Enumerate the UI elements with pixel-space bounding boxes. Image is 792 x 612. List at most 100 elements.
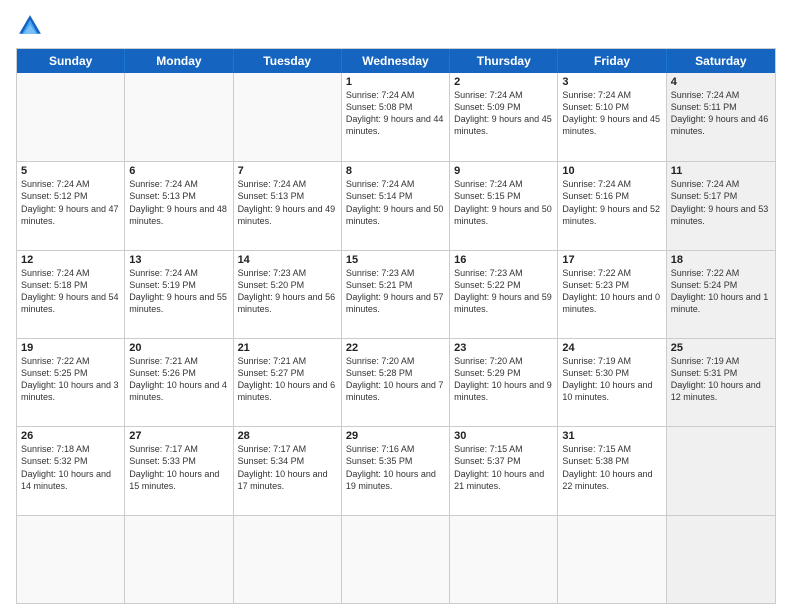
day-number: 20 bbox=[129, 342, 228, 354]
day-number: 10 bbox=[562, 165, 661, 177]
day-info: Sunrise: 7:17 AM Sunset: 5:33 PM Dayligh… bbox=[129, 443, 228, 492]
day-info: Sunrise: 7:21 AM Sunset: 5:26 PM Dayligh… bbox=[129, 355, 228, 404]
day-number: 4 bbox=[671, 76, 771, 88]
day-number: 15 bbox=[346, 254, 445, 266]
day-number: 9 bbox=[454, 165, 553, 177]
calendar-row-3: 19Sunrise: 7:22 AM Sunset: 5:25 PM Dayli… bbox=[17, 338, 775, 426]
day-number: 26 bbox=[21, 430, 120, 442]
weekday-header-saturday: Saturday bbox=[667, 49, 775, 73]
cal-cell-r1-c4: 9Sunrise: 7:24 AM Sunset: 5:15 PM Daylig… bbox=[450, 162, 558, 249]
day-info: Sunrise: 7:22 AM Sunset: 5:23 PM Dayligh… bbox=[562, 267, 661, 316]
day-number: 23 bbox=[454, 342, 553, 354]
cal-cell-r5-c1 bbox=[125, 516, 233, 603]
calendar-row-4: 26Sunrise: 7:18 AM Sunset: 5:32 PM Dayli… bbox=[17, 426, 775, 514]
day-number: 11 bbox=[671, 165, 771, 177]
day-number: 3 bbox=[562, 76, 661, 88]
logo-icon bbox=[16, 12, 44, 40]
calendar-row-5 bbox=[17, 515, 775, 603]
day-number: 21 bbox=[238, 342, 337, 354]
cal-cell-r1-c2: 7Sunrise: 7:24 AM Sunset: 5:13 PM Daylig… bbox=[234, 162, 342, 249]
cal-cell-r2-c2: 14Sunrise: 7:23 AM Sunset: 5:20 PM Dayli… bbox=[234, 251, 342, 338]
cal-cell-r3-c6: 25Sunrise: 7:19 AM Sunset: 5:31 PM Dayli… bbox=[667, 339, 775, 426]
day-info: Sunrise: 7:16 AM Sunset: 5:35 PM Dayligh… bbox=[346, 443, 445, 492]
day-info: Sunrise: 7:23 AM Sunset: 5:20 PM Dayligh… bbox=[238, 267, 337, 316]
day-number: 30 bbox=[454, 430, 553, 442]
calendar-header: SundayMondayTuesdayWednesdayThursdayFrid… bbox=[17, 49, 775, 73]
day-info: Sunrise: 7:17 AM Sunset: 5:34 PM Dayligh… bbox=[238, 443, 337, 492]
cal-cell-r4-c6 bbox=[667, 427, 775, 514]
day-info: Sunrise: 7:19 AM Sunset: 5:31 PM Dayligh… bbox=[671, 355, 771, 404]
weekday-header-sunday: Sunday bbox=[17, 49, 125, 73]
calendar: SundayMondayTuesdayWednesdayThursdayFrid… bbox=[16, 48, 776, 604]
day-number: 8 bbox=[346, 165, 445, 177]
cal-cell-r4-c1: 27Sunrise: 7:17 AM Sunset: 5:33 PM Dayli… bbox=[125, 427, 233, 514]
cal-cell-r1-c0: 5Sunrise: 7:24 AM Sunset: 5:12 PM Daylig… bbox=[17, 162, 125, 249]
cal-cell-r4-c4: 30Sunrise: 7:15 AM Sunset: 5:37 PM Dayli… bbox=[450, 427, 558, 514]
cal-cell-r4-c2: 28Sunrise: 7:17 AM Sunset: 5:34 PM Dayli… bbox=[234, 427, 342, 514]
day-info: Sunrise: 7:15 AM Sunset: 5:37 PM Dayligh… bbox=[454, 443, 553, 492]
day-info: Sunrise: 7:15 AM Sunset: 5:38 PM Dayligh… bbox=[562, 443, 661, 492]
cal-cell-r5-c3 bbox=[342, 516, 450, 603]
day-number: 24 bbox=[562, 342, 661, 354]
cal-cell-r0-c3: 1Sunrise: 7:24 AM Sunset: 5:08 PM Daylig… bbox=[342, 73, 450, 161]
day-info: Sunrise: 7:24 AM Sunset: 5:10 PM Dayligh… bbox=[562, 89, 661, 138]
day-number: 7 bbox=[238, 165, 337, 177]
cal-cell-r3-c3: 22Sunrise: 7:20 AM Sunset: 5:28 PM Dayli… bbox=[342, 339, 450, 426]
header bbox=[16, 12, 776, 40]
weekday-header-friday: Friday bbox=[558, 49, 666, 73]
cal-cell-r0-c4: 2Sunrise: 7:24 AM Sunset: 5:09 PM Daylig… bbox=[450, 73, 558, 161]
day-number: 18 bbox=[671, 254, 771, 266]
cal-cell-r0-c0 bbox=[17, 73, 125, 161]
day-number: 19 bbox=[21, 342, 120, 354]
day-info: Sunrise: 7:24 AM Sunset: 5:13 PM Dayligh… bbox=[238, 178, 337, 227]
weekday-header-wednesday: Wednesday bbox=[342, 49, 450, 73]
cal-cell-r0-c5: 3Sunrise: 7:24 AM Sunset: 5:10 PM Daylig… bbox=[558, 73, 666, 161]
day-number: 16 bbox=[454, 254, 553, 266]
cal-cell-r3-c5: 24Sunrise: 7:19 AM Sunset: 5:30 PM Dayli… bbox=[558, 339, 666, 426]
weekday-header-thursday: Thursday bbox=[450, 49, 558, 73]
day-info: Sunrise: 7:24 AM Sunset: 5:17 PM Dayligh… bbox=[671, 178, 771, 227]
cal-cell-r3-c2: 21Sunrise: 7:21 AM Sunset: 5:27 PM Dayli… bbox=[234, 339, 342, 426]
day-number: 13 bbox=[129, 254, 228, 266]
cal-cell-r0-c1 bbox=[125, 73, 233, 161]
cal-cell-r2-c0: 12Sunrise: 7:24 AM Sunset: 5:18 PM Dayli… bbox=[17, 251, 125, 338]
cal-cell-r5-c0 bbox=[17, 516, 125, 603]
day-info: Sunrise: 7:24 AM Sunset: 5:16 PM Dayligh… bbox=[562, 178, 661, 227]
day-number: 22 bbox=[346, 342, 445, 354]
cal-cell-r3-c1: 20Sunrise: 7:21 AM Sunset: 5:26 PM Dayli… bbox=[125, 339, 233, 426]
cal-cell-r5-c4 bbox=[450, 516, 558, 603]
day-info: Sunrise: 7:24 AM Sunset: 5:12 PM Dayligh… bbox=[21, 178, 120, 227]
day-info: Sunrise: 7:23 AM Sunset: 5:21 PM Dayligh… bbox=[346, 267, 445, 316]
day-info: Sunrise: 7:19 AM Sunset: 5:30 PM Dayligh… bbox=[562, 355, 661, 404]
calendar-body: 1Sunrise: 7:24 AM Sunset: 5:08 PM Daylig… bbox=[17, 73, 775, 603]
cal-cell-r1-c6: 11Sunrise: 7:24 AM Sunset: 5:17 PM Dayli… bbox=[667, 162, 775, 249]
cal-cell-r5-c5 bbox=[558, 516, 666, 603]
day-number: 2 bbox=[454, 76, 553, 88]
cal-cell-r2-c5: 17Sunrise: 7:22 AM Sunset: 5:23 PM Dayli… bbox=[558, 251, 666, 338]
day-info: Sunrise: 7:18 AM Sunset: 5:32 PM Dayligh… bbox=[21, 443, 120, 492]
cal-cell-r4-c5: 31Sunrise: 7:15 AM Sunset: 5:38 PM Dayli… bbox=[558, 427, 666, 514]
cal-cell-r2-c3: 15Sunrise: 7:23 AM Sunset: 5:21 PM Dayli… bbox=[342, 251, 450, 338]
weekday-header-monday: Monday bbox=[125, 49, 233, 73]
cal-cell-r2-c1: 13Sunrise: 7:24 AM Sunset: 5:19 PM Dayli… bbox=[125, 251, 233, 338]
day-info: Sunrise: 7:20 AM Sunset: 5:29 PM Dayligh… bbox=[454, 355, 553, 404]
day-number: 29 bbox=[346, 430, 445, 442]
calendar-row-2: 12Sunrise: 7:24 AM Sunset: 5:18 PM Dayli… bbox=[17, 250, 775, 338]
day-info: Sunrise: 7:24 AM Sunset: 5:11 PM Dayligh… bbox=[671, 89, 771, 138]
day-number: 6 bbox=[129, 165, 228, 177]
calendar-row-0: 1Sunrise: 7:24 AM Sunset: 5:08 PM Daylig… bbox=[17, 73, 775, 161]
cal-cell-r2-c6: 18Sunrise: 7:22 AM Sunset: 5:24 PM Dayli… bbox=[667, 251, 775, 338]
day-info: Sunrise: 7:24 AM Sunset: 5:08 PM Dayligh… bbox=[346, 89, 445, 138]
page: SundayMondayTuesdayWednesdayThursdayFrid… bbox=[0, 0, 792, 612]
cal-cell-r1-c5: 10Sunrise: 7:24 AM Sunset: 5:16 PM Dayli… bbox=[558, 162, 666, 249]
day-number: 31 bbox=[562, 430, 661, 442]
cal-cell-r4-c3: 29Sunrise: 7:16 AM Sunset: 5:35 PM Dayli… bbox=[342, 427, 450, 514]
day-info: Sunrise: 7:24 AM Sunset: 5:14 PM Dayligh… bbox=[346, 178, 445, 227]
cal-cell-r0-c2 bbox=[234, 73, 342, 161]
day-info: Sunrise: 7:20 AM Sunset: 5:28 PM Dayligh… bbox=[346, 355, 445, 404]
cal-cell-r0-c6: 4Sunrise: 7:24 AM Sunset: 5:11 PM Daylig… bbox=[667, 73, 775, 161]
day-number: 14 bbox=[238, 254, 337, 266]
day-info: Sunrise: 7:24 AM Sunset: 5:15 PM Dayligh… bbox=[454, 178, 553, 227]
calendar-row-1: 5Sunrise: 7:24 AM Sunset: 5:12 PM Daylig… bbox=[17, 161, 775, 249]
cal-cell-r5-c2 bbox=[234, 516, 342, 603]
